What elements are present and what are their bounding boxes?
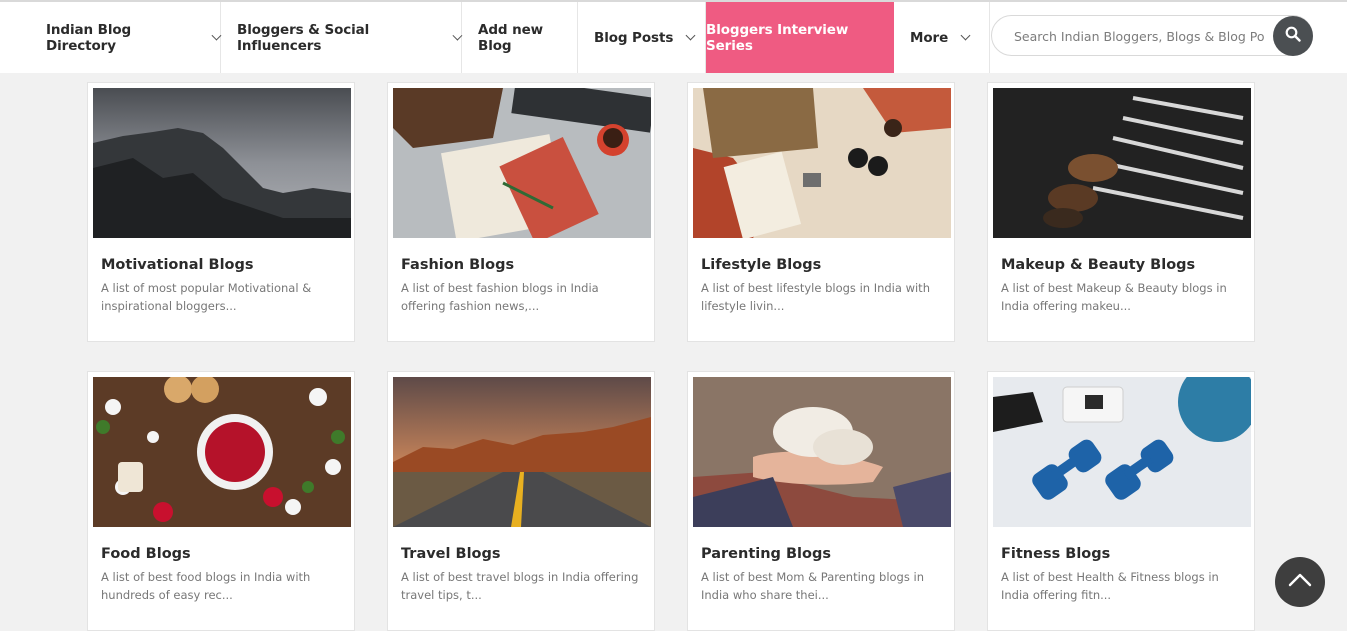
category-card-fashion[interactable]: Fashion Blogs A list of best fashion blo… <box>387 82 655 342</box>
makeup-brushes-image <box>993 88 1251 238</box>
card-title[interactable]: Makeup & Beauty Blogs <box>1001 257 1195 273</box>
card-description: A list of best food blogs in India with … <box>101 570 311 602</box>
card-title[interactable]: Lifestyle Blogs <box>701 257 821 273</box>
nav-label: Blog Posts <box>594 29 674 46</box>
category-card-parenting[interactable]: Parenting Blogs A list of best Mom & Par… <box>687 371 955 631</box>
nav-label: Bloggers Interview Series <box>706 21 849 54</box>
card-title[interactable]: Travel Blogs <box>401 546 501 562</box>
card-description: A list of best Health & Fitness blogs in… <box>1001 570 1219 602</box>
nav-bloggers-interview-series[interactable]: Bloggers Interview Series <box>706 2 894 73</box>
travel-bag-image <box>693 88 951 238</box>
nav-blog-posts[interactable]: Blog Posts <box>572 2 706 73</box>
category-card-food[interactable]: Food Blogs A list of best food blogs in … <box>87 371 355 631</box>
desk-notebook-image <box>393 88 651 238</box>
card-title[interactable]: Motivational Blogs <box>101 257 254 273</box>
card-title[interactable]: Fashion Blogs <box>401 257 514 273</box>
card-description: A list of most popular Motivational & in… <box>101 281 312 313</box>
nav-label: Indian Blog Directory <box>46 21 132 54</box>
search-input[interactable] <box>1012 25 1266 47</box>
category-card-travel[interactable]: Travel Blogs A list of best travel blogs… <box>387 371 655 631</box>
card-description: A list of best fashion blogs in India of… <box>401 281 599 313</box>
dumbbells-image <box>993 377 1251 527</box>
card-title[interactable]: Parenting Blogs <box>701 546 831 562</box>
nav-label: Add new Blog <box>478 21 544 54</box>
nav-bloggers-social-influencers[interactable]: Bloggers & Social Influencers <box>215 2 463 73</box>
raspberries-image <box>93 377 351 527</box>
chevron-up-icon <box>1288 572 1312 592</box>
nav-label: Bloggers & Social Influencers <box>237 21 370 54</box>
card-title[interactable]: Food Blogs <box>101 546 191 562</box>
card-description: A list of best Makeup & Beauty blogs in … <box>1001 281 1227 313</box>
scroll-to-top-button[interactable] <box>1275 557 1325 607</box>
category-card-fitness[interactable]: Fitness Blogs A list of best Health & Fi… <box>987 371 1255 631</box>
card-description: A list of best lifestyle blogs in India … <box>701 281 930 313</box>
category-card-lifestyle[interactable]: Lifestyle Blogs A list of best lifestyle… <box>687 82 955 342</box>
nav-more[interactable]: More <box>888 2 990 73</box>
baby-shoes-image <box>693 377 951 527</box>
nav-add-new-blog[interactable]: Add new Blog <box>456 2 578 73</box>
chevron-down-icon <box>685 30 696 41</box>
search-icon <box>1285 26 1301 46</box>
search-button[interactable] <box>1273 16 1313 56</box>
category-card-makeup-beauty[interactable]: Makeup & Beauty Blogs A list of best Mak… <box>987 82 1255 342</box>
card-description: A list of best travel blogs in India off… <box>401 570 639 602</box>
chevron-down-icon <box>960 30 971 41</box>
mountain-cliff-image <box>93 88 351 238</box>
nav-label: More <box>910 29 949 46</box>
category-card-motivational[interactable]: Motivational Blogs A list of most popula… <box>87 82 355 342</box>
nav-indian-blog-directory[interactable]: Indian Blog Directory <box>24 2 222 73</box>
card-description: A list of best Mom & Parenting blogs in … <box>701 570 924 602</box>
card-title[interactable]: Fitness Blogs <box>1001 546 1110 562</box>
search-box <box>991 15 1313 56</box>
desert-road-image <box>393 377 651 527</box>
